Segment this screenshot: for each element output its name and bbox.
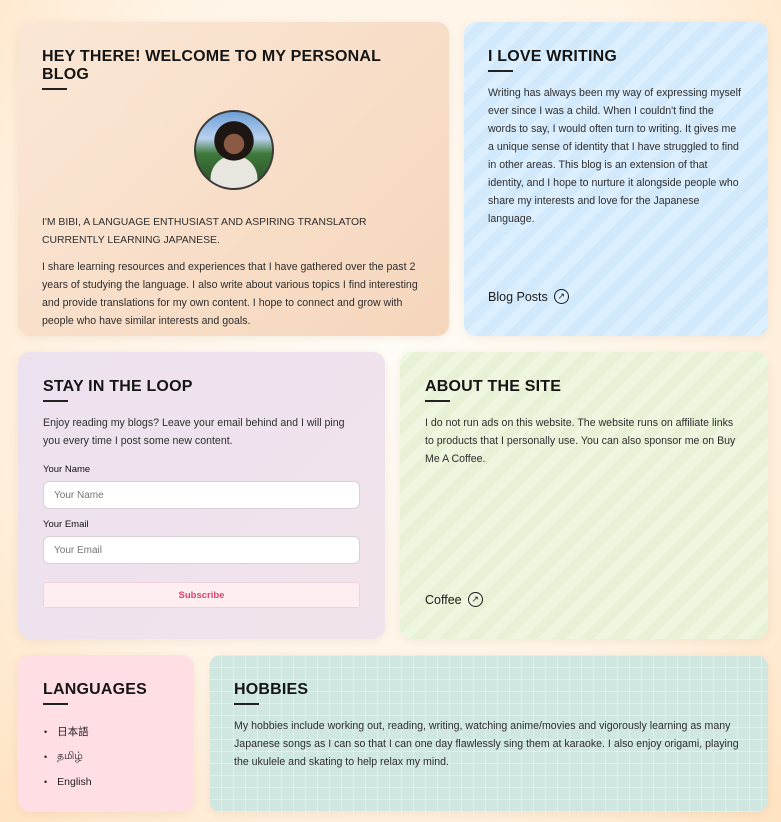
welcome-body: I share learning resources and experienc… bbox=[42, 261, 418, 327]
writing-body: Writing has always been my way of expres… bbox=[488, 87, 741, 225]
about-body: I do not run ads on this website. The we… bbox=[425, 417, 736, 465]
email-field-label: Your Email bbox=[43, 519, 89, 530]
title-underline bbox=[42, 88, 67, 90]
languages-title: Languages bbox=[43, 681, 148, 698]
coffee-label: Coffee bbox=[425, 592, 462, 607]
blog-posts-label: Blog Posts bbox=[488, 289, 548, 304]
about-site-card: About the site I do not run ads on this … bbox=[400, 352, 768, 639]
title-underline bbox=[43, 400, 68, 402]
newsletter-card: Stay in the loop Enjoy reading my blogs?… bbox=[18, 352, 385, 639]
hobbies-card: Hobbies My hobbies include working out, … bbox=[209, 655, 768, 812]
welcome-card: Hey there! Welcome to my personal blog I… bbox=[18, 22, 449, 336]
name-field-label: Your Name bbox=[43, 464, 91, 475]
avatar bbox=[193, 110, 274, 190]
hobbies-body: My hobbies include working out, reading,… bbox=[234, 720, 739, 768]
arrow-up-right-circle-icon: ↗ bbox=[467, 592, 483, 607]
welcome-title: Hey there! Welcome to my personal blog bbox=[42, 48, 381, 83]
writing-card: I love writing Writing has always been m… bbox=[464, 22, 768, 336]
blog-posts-link[interactable]: Blog Posts ↗ bbox=[488, 289, 569, 304]
title-underline bbox=[425, 400, 450, 402]
writing-title: I love writing bbox=[488, 48, 618, 65]
list-item: English bbox=[43, 769, 169, 794]
languages-card: Languages 日本語 தமிழ் English bbox=[18, 655, 194, 812]
list-item: 日本語 bbox=[43, 719, 169, 744]
languages-list: 日本語 தமிழ் English bbox=[43, 719, 169, 794]
about-title: About the site bbox=[425, 378, 562, 395]
title-underline bbox=[488, 70, 513, 72]
list-item: தமிழ் bbox=[43, 744, 169, 769]
name-input[interactable] bbox=[43, 481, 360, 509]
welcome-intro: I'm Bibi, a language enthusiast and aspi… bbox=[42, 217, 367, 246]
hobbies-title: Hobbies bbox=[234, 681, 309, 698]
newsletter-body: Enjoy reading my blogs? Leave your email… bbox=[43, 417, 345, 447]
email-input[interactable] bbox=[43, 536, 360, 564]
title-underline bbox=[234, 703, 259, 705]
subscribe-button[interactable]: Subscribe bbox=[43, 582, 360, 608]
arrow-up-right-circle-icon: ↗ bbox=[553, 289, 569, 304]
title-underline bbox=[43, 703, 68, 705]
newsletter-title: Stay in the loop bbox=[43, 378, 193, 395]
coffee-link[interactable]: Coffee ↗ bbox=[425, 592, 483, 607]
